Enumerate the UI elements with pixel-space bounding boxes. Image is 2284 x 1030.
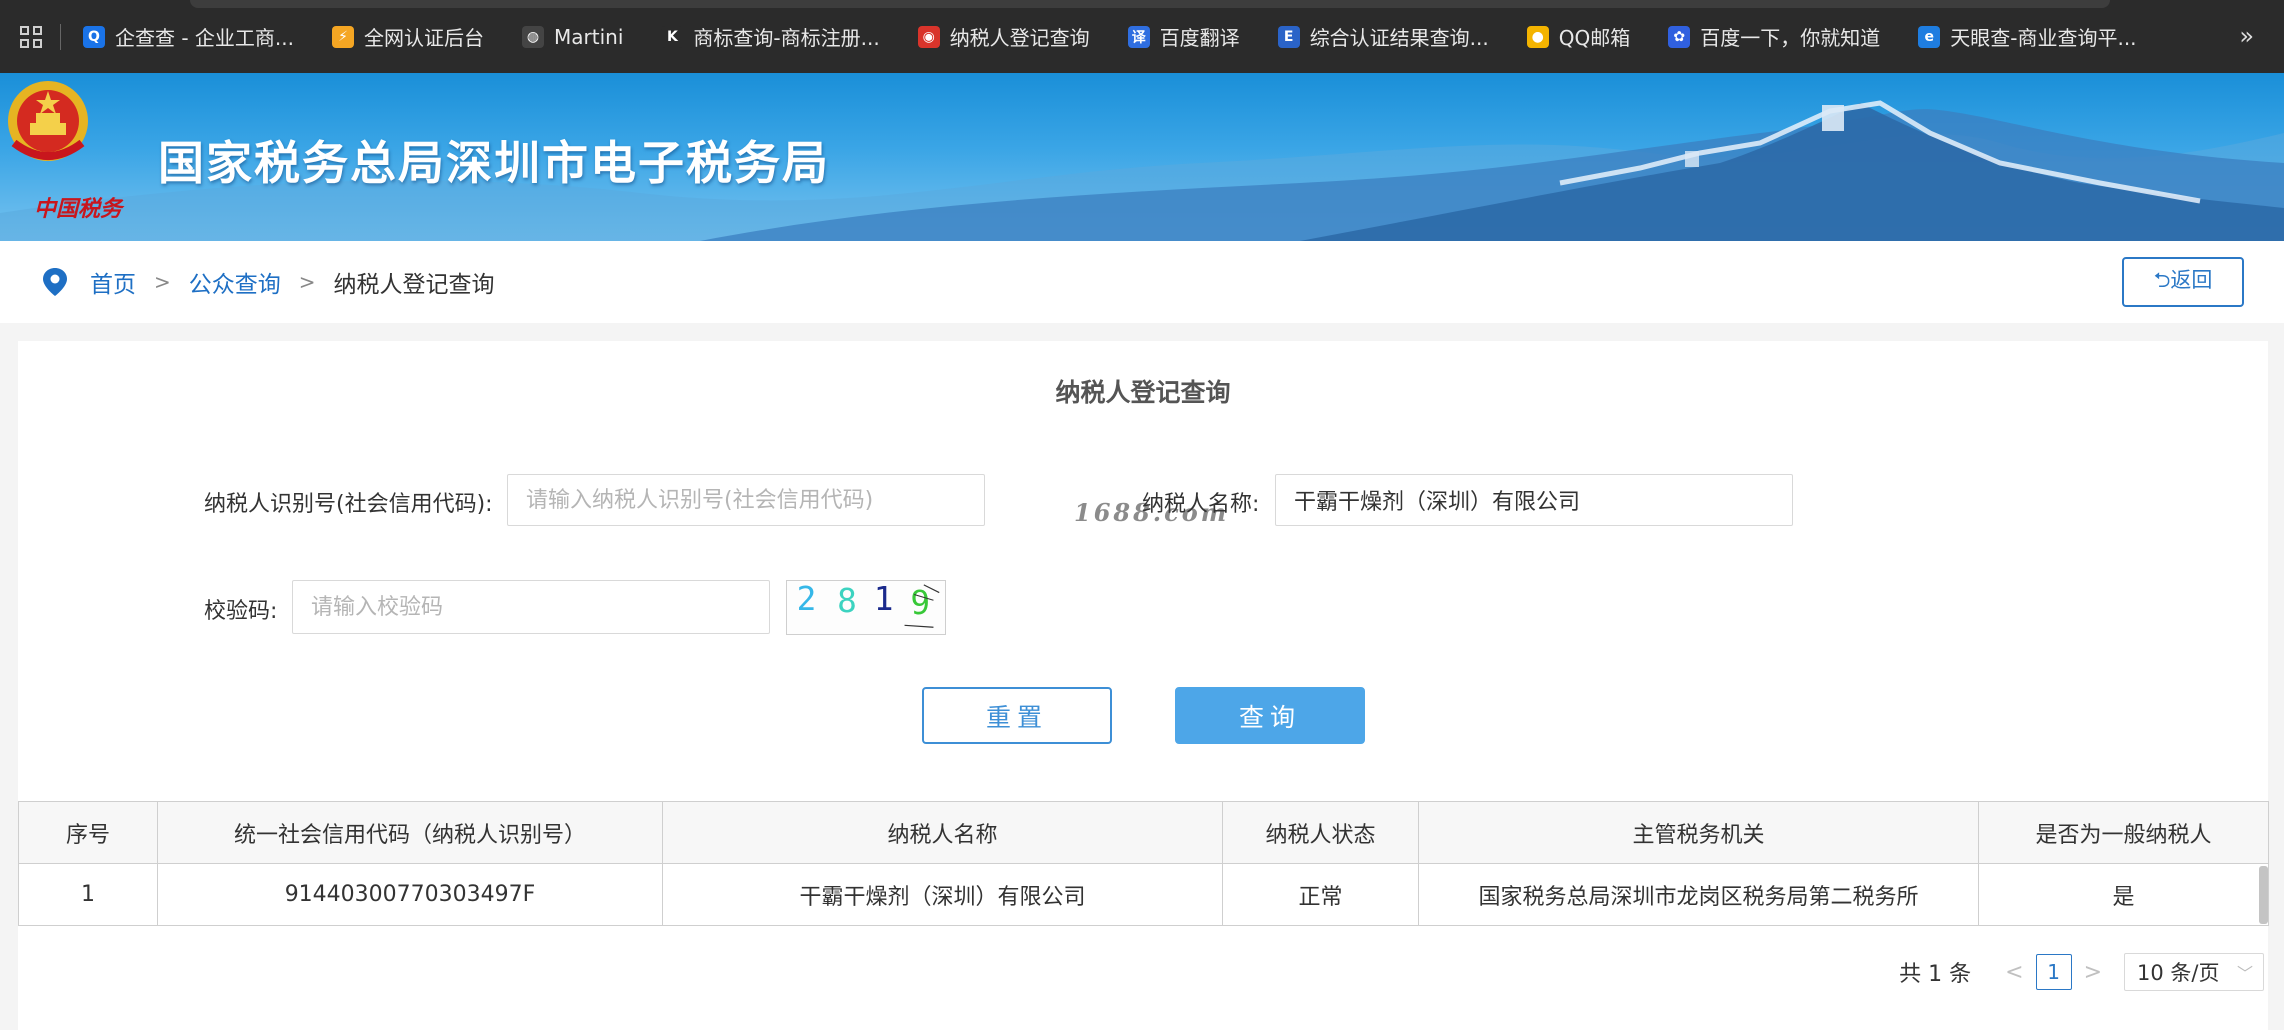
bookmark-label: 全网认证后台	[364, 26, 485, 50]
result-table: 序号 统一社会信用代码（纳税人识别号） 纳税人名称 纳税人状态 主管税务机关 是…	[18, 801, 2269, 926]
baidu-paw-icon: ✿	[1668, 25, 1691, 48]
apps-grid-icon[interactable]	[20, 25, 42, 48]
column-header: 统一社会信用代码（纳税人识别号）	[157, 801, 663, 864]
captcha-char: 9	[910, 584, 930, 622]
table-cell-general-taxpayer: 是	[1978, 863, 2269, 926]
site-title: 国家税务总局深圳市电子税务局	[158, 136, 830, 190]
captcha-label: 校验码:	[204, 599, 278, 624]
bookmark-label: 百度一下，你就知道	[1700, 26, 1881, 50]
column-header: 序号	[18, 801, 158, 864]
tianyancha-icon: e	[1918, 25, 1941, 48]
captcha-char: 1	[874, 580, 894, 618]
page-size-select[interactable]: 10 条/页 ﹀	[2124, 953, 2264, 991]
auth-backend-icon: ⚡	[332, 25, 355, 48]
bookmark-label: 企查查 - 企业工商...	[115, 26, 295, 50]
reset-button[interactable]: 重置	[922, 687, 1112, 744]
globe-icon: ◍	[522, 25, 545, 48]
national-emblem-icon	[8, 81, 88, 161]
table-header-row: 序号 统一社会信用代码（纳税人识别号） 纳税人名称 纳税人状态 主管税务机关 是…	[18, 801, 2269, 864]
taxpayer-name-input[interactable]	[1275, 474, 1793, 526]
breadcrumb-separator: >	[154, 270, 171, 294]
taxpayer-name-label: 纳税人名称:	[1142, 492, 1260, 517]
bookmark-item[interactable]: 译百度翻译	[1127, 22, 1240, 51]
location-pin-icon	[43, 268, 67, 296]
bookmark-label: QQ邮箱	[1558, 26, 1631, 50]
table-cell-index: 1	[18, 863, 158, 926]
table-scrollbar[interactable]	[2259, 866, 2268, 924]
tax-emblem-icon: ◉	[917, 25, 940, 48]
query-button[interactable]: 查询	[1175, 687, 1365, 744]
query-panel: 纳税人登记查询 纳税人识别号(社会信用代码): 1688.com 纳税人名称: …	[18, 341, 2269, 1030]
bookmark-item[interactable]: ✿ 百度一下，你就知道	[1668, 22, 1880, 51]
bookmark-label: 综合认证结果查询...	[1309, 26, 1489, 50]
bookmark-item[interactable]: ● QQ邮箱	[1526, 22, 1631, 51]
bookmark-label: 百度翻译	[1159, 26, 1240, 50]
captcha-char: 8	[837, 582, 857, 620]
taxpayer-id-label: 纳税人识别号(社会信用代码):	[204, 492, 493, 517]
table-cell-tax-authority: 国家税务总局深圳市龙岗区税务局第二税务所	[1418, 863, 1979, 926]
baidu-translate-icon: 译	[1127, 25, 1150, 48]
k-logo-icon: K	[661, 25, 684, 48]
bookmark-item[interactable]: ◉ 纳税人登记查询	[917, 22, 1090, 51]
bookmark-label: 商标查询-商标注册...	[693, 26, 880, 50]
bookmarks-overflow-chevron-icon[interactable]: »	[2239, 22, 2254, 50]
qqmail-icon: ●	[1526, 25, 1549, 48]
breadcrumb-current: 纳税人登记查询	[333, 272, 495, 298]
tax-slogan-logo: 中国税务	[34, 196, 123, 222]
page-size-value: 10 条/页	[2137, 961, 2220, 985]
qichacha-icon: Q	[83, 25, 105, 48]
cert-query-icon: E	[1277, 25, 1300, 48]
breadcrumb: 首页 > 公众查询 > 纳税人登记查询 ⮌返回	[0, 241, 2284, 323]
bookmark-label: 天眼查-商业查询平...	[1950, 26, 2137, 50]
page-number-button[interactable]: 1	[2035, 954, 2072, 990]
pagination: 共 1 条 < 1 > 10 条/页 ﹀	[1899, 953, 2264, 991]
page-title: 纳税人登记查询	[1055, 378, 1231, 407]
bookmark-label: Martini	[554, 24, 624, 49]
taxpayer-id-input[interactable]	[507, 474, 985, 526]
table-cell-taxpayer-name: 干霸干燥剂（深圳）有限公司	[662, 863, 1223, 926]
bookmark-separator	[60, 23, 61, 50]
back-button[interactable]: ⮌返回	[2122, 257, 2244, 307]
bookmark-item[interactable]: ⚡ 全网认证后台	[332, 22, 484, 51]
column-header: 主管税务机关	[1418, 801, 1979, 864]
captcha-input[interactable]	[292, 580, 770, 634]
bookmark-label: 纳税人登记查询	[949, 26, 1090, 50]
bookmark-item[interactable]: ◍ Martini	[522, 25, 623, 49]
column-header: 是否为一般纳税人	[1978, 801, 2269, 864]
site-banner: 中国税务 国家税务总局深圳市电子税务局	[0, 73, 2284, 241]
chevron-down-icon: ﹀	[2236, 964, 2253, 983]
column-header: 纳税人名称	[662, 801, 1223, 864]
breadcrumb-home-link[interactable]: 首页	[90, 265, 136, 299]
breadcrumb-public-query-link[interactable]: 公众查询	[189, 265, 281, 299]
bookmark-item[interactable]: K 商标查询-商标注册...	[661, 22, 880, 51]
column-header: 纳税人状态	[1222, 801, 1419, 864]
captcha-char: 2	[797, 580, 817, 618]
bookmarks-bar: Q 企查查 - 企业工商... ⚡ 全网认证后台 ◍ Martini K 商标查询-商标注册.…	[0, 0, 2284, 73]
table-cell-status: 正常	[1222, 863, 1419, 926]
address-bar-edge	[190, 0, 2110, 8]
table-row: 1 91440300770303497F 干霸干燥剂（深圳）有限公司 正常 国家…	[18, 863, 2269, 926]
bookmark-item[interactable]: Q 企查查 - 企业工商...	[83, 22, 294, 51]
prev-page-icon[interactable]: <	[2005, 960, 2023, 985]
bookmark-item[interactable]: e 天眼查-商业查询平...	[1918, 22, 2137, 51]
captcha-image[interactable]: 2 8 1 9	[786, 580, 946, 635]
table-cell-credit-code: 91440300770303497F	[157, 863, 663, 926]
bookmark-item[interactable]: E 综合认证结果查询...	[1277, 22, 1489, 51]
breadcrumb-separator: >	[298, 270, 316, 294]
pagination-total: 共 1 条	[1899, 962, 1972, 987]
next-page-icon[interactable]: >	[2084, 960, 2102, 985]
